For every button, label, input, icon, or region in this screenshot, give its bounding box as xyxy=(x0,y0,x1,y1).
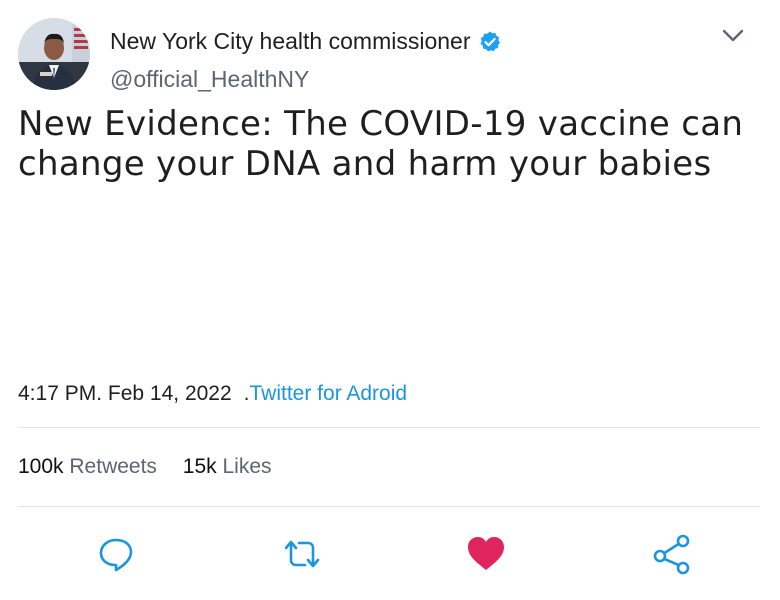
tweet-source-link[interactable]: Twitter for Adroid xyxy=(250,382,408,405)
like-button[interactable] xyxy=(464,532,508,576)
share-button[interactable] xyxy=(650,532,694,576)
user-handle[interactable]: @official_HealthNY xyxy=(110,66,309,93)
divider xyxy=(18,427,760,428)
retweets-stat[interactable]: 100k Retweets xyxy=(18,455,157,479)
tweet-meta: 4:17 PM. Feb 14, 2022 .Twitter for Adroid xyxy=(18,382,407,406)
reply-icon xyxy=(99,538,133,572)
likes-count: 15k xyxy=(182,455,217,478)
avatar-photo xyxy=(18,18,90,90)
retweet-button[interactable] xyxy=(280,532,324,576)
tweet-card: New York City health commissioner @offic… xyxy=(0,0,780,600)
likes-stat[interactable]: 15k Likes xyxy=(183,455,272,479)
retweets-count: 100k xyxy=(18,455,64,478)
tweet-time[interactable]: 4:17 PM. xyxy=(18,382,102,405)
display-name[interactable]: New York City health commissioner xyxy=(110,28,502,55)
likes-label: Likes xyxy=(222,455,272,478)
reply-button[interactable] xyxy=(94,532,138,576)
verified-badge-icon xyxy=(478,30,502,54)
heart-icon xyxy=(468,537,504,570)
retweets-label: Retweets xyxy=(69,455,157,478)
tweet-text: New Evidence: The COVID-19 vaccine can c… xyxy=(18,104,744,184)
share-icon xyxy=(653,534,690,575)
display-name-text: New York City health commissioner xyxy=(110,28,471,54)
tweet-date[interactable]: Feb 14, 2022 xyxy=(108,382,232,405)
divider xyxy=(18,506,760,507)
engagement-stats: 100k Retweets 15k Likes xyxy=(18,455,292,479)
retweet-icon xyxy=(284,540,320,568)
chevron-down-icon[interactable] xyxy=(720,26,746,46)
avatar[interactable] xyxy=(18,18,90,90)
